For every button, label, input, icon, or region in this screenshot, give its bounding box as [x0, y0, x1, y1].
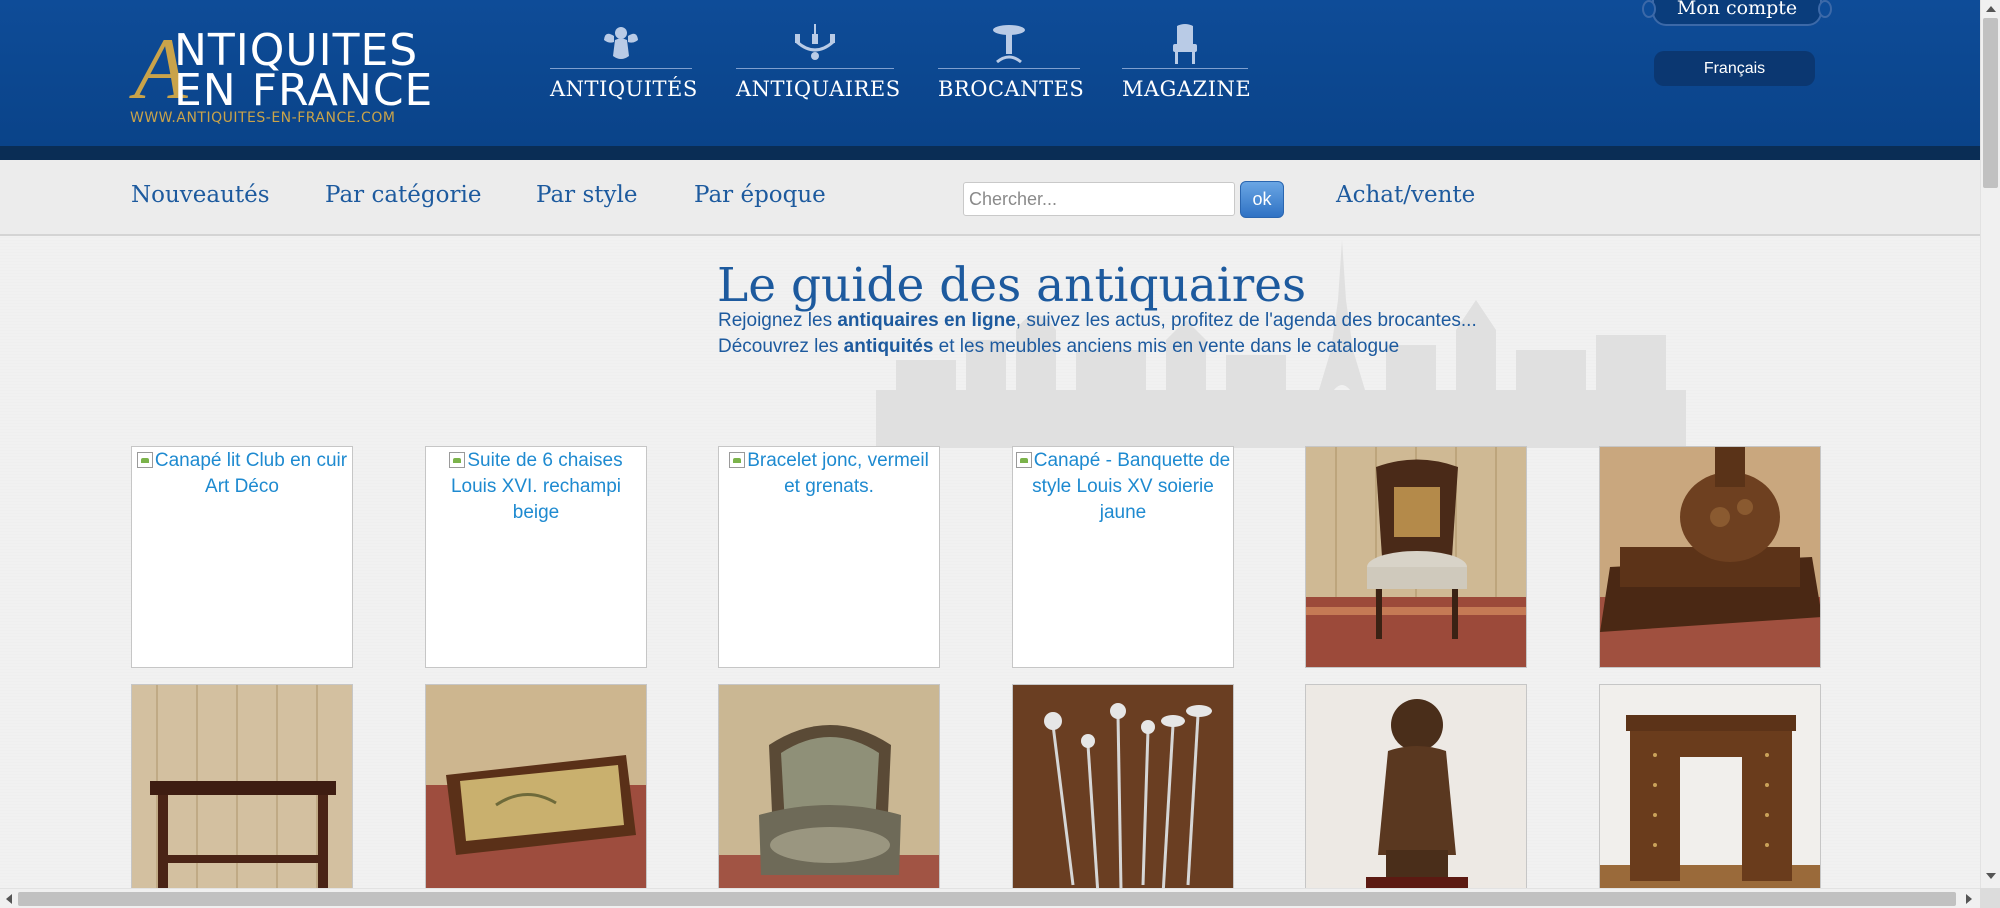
subnav-par-categorie[interactable]: Par catégorie [325, 182, 481, 208]
nav-rule [550, 68, 692, 69]
nav-rule [1122, 68, 1248, 69]
scroll-up-arrow-icon[interactable] [1986, 6, 1996, 12]
product-alt-text: Bracelet jonc, vermeil et grenats. [747, 450, 929, 497]
product-photo-armchair [719, 685, 939, 888]
scrollbar-corner [1980, 888, 2000, 908]
product-alt-text: Suite de 6 chaises Louis XVI. rechampi b… [450, 450, 623, 523]
product-alt-text: Canapé - Banquette de style Louis XV soi… [1032, 450, 1231, 523]
cherub-icon [604, 27, 638, 59]
broken-image-icon [449, 452, 466, 468]
product-image-alt: Suite de 6 chaises Louis XVI. rechampi b… [426, 447, 646, 527]
intro-text: Rejoignez les [718, 310, 838, 331]
main-nav-label: ANTIQUITÉS [550, 77, 698, 101]
product-image-alt: Canapé lit Club en cuir Art Déco [132, 447, 352, 501]
product-photo-hat-pins [1013, 685, 1233, 888]
subnav-par-style[interactable]: Par style [536, 182, 637, 208]
secondary-nav: Nouveautés Par catégorie Par style Par é… [0, 160, 1980, 236]
product-image-alt: Bracelet jonc, vermeil et grenats. [719, 447, 939, 501]
subnav-par-epoque[interactable]: Par époque [694, 182, 826, 208]
product-tile[interactable] [1305, 684, 1527, 888]
page-title: Le guide des antiquaires [717, 258, 1307, 313]
chandelier-icon [795, 24, 835, 60]
account-button[interactable]: Mon compte [1642, 0, 1832, 26]
site-header: A NTIQUITES EN FRANCE WWW.ANTIQUITES-EN-… [0, 0, 1980, 146]
product-tile[interactable] [1599, 684, 1821, 888]
broken-image-icon [136, 452, 153, 468]
horizontal-scrollbar[interactable] [0, 888, 1980, 908]
product-tile[interactable]: Bracelet jonc, vermeil et grenats. [718, 446, 940, 668]
horizontal-scroll-thumb[interactable] [18, 892, 1956, 906]
intro-line-2: Découvrez les antiquités et les meubles … [718, 336, 1399, 358]
product-tile[interactable] [1599, 446, 1821, 668]
product-photo-bronze-statue [1306, 685, 1526, 888]
main-nav-label: MAGAZINE [1122, 77, 1252, 101]
nav-rule [938, 68, 1080, 69]
product-photo-coffee-table [426, 685, 646, 888]
pedestal-table-icon [993, 25, 1025, 64]
product-photo-carved-pedestal [1600, 447, 1820, 667]
product-tile[interactable] [131, 684, 353, 888]
scroll-right-arrow-icon[interactable] [1966, 894, 1972, 904]
search-input[interactable] [963, 182, 1235, 216]
main-nav-label: ANTIQUAIRES [736, 77, 901, 101]
subnav-achat-vente[interactable]: Achat/vente [1336, 182, 1475, 208]
logo-url: WWW.ANTIQUITES-EN-FRANCE.COM [130, 110, 396, 126]
scroll-left-arrow-icon[interactable] [6, 894, 12, 904]
scroll-down-arrow-icon[interactable] [1986, 873, 1996, 879]
armchair-icon [1173, 24, 1197, 64]
intro-text: , suivez les actus, profitez de l'agenda… [1015, 310, 1477, 331]
language-selector[interactable]: Français [1654, 51, 1815, 86]
product-tile[interactable] [1012, 684, 1234, 888]
product-tile[interactable] [718, 684, 940, 888]
vertical-scrollbar[interactable] [1980, 0, 2000, 888]
product-tile[interactable]: Canapé lit Club en cuir Art Déco [131, 446, 353, 668]
product-tile[interactable]: Canapé - Banquette de style Louis XV soi… [1012, 446, 1234, 668]
product-image-alt: Canapé - Banquette de style Louis XV soi… [1013, 447, 1233, 527]
search-submit-button[interactable]: ok [1240, 181, 1284, 218]
nav-rule [736, 68, 894, 69]
subnav-nouveautes[interactable]: Nouveautés [131, 182, 270, 208]
product-photo-pedestal-desk [1600, 685, 1820, 888]
main-nav-magazine[interactable]: MAGAZINE [1122, 22, 1252, 112]
site-logo[interactable]: A NTIQUITES EN FRANCE WWW.ANTIQUITES-EN-… [130, 26, 440, 132]
intro-link-antiquaires[interactable]: antiquaires en ligne [837, 310, 1015, 331]
intro-text: Découvrez les [718, 336, 844, 357]
logo-line-2: EN FRANCE [174, 65, 434, 116]
product-alt-text: Canapé lit Club en cuir Art Déco [154, 450, 348, 497]
intro-text: et les meubles anciens mis en vente dans… [933, 336, 1400, 357]
product-tile[interactable] [425, 684, 647, 888]
broken-image-icon [1015, 452, 1032, 468]
intro-link-antiquites[interactable]: antiquités [844, 336, 934, 357]
broken-image-icon [729, 452, 746, 468]
header-bottom-strip [0, 146, 1980, 160]
product-tile[interactable]: Suite de 6 chaises Louis XVI. rechampi b… [425, 446, 647, 668]
main-nav-antiquites[interactable]: ANTIQUITÉS [550, 22, 698, 112]
product-photo-cane-chair [1306, 447, 1526, 667]
product-photo-console [132, 685, 352, 888]
main-nav-antiquaires[interactable]: ANTIQUAIRES [736, 22, 901, 112]
product-tile[interactable] [1305, 446, 1527, 668]
main-nav-brocantes[interactable]: BROCANTES [938, 22, 1085, 112]
browser-viewport: A NTIQUITES EN FRANCE WWW.ANTIQUITES-EN-… [0, 0, 1980, 888]
main-nav-label: BROCANTES [938, 77, 1085, 101]
vertical-scroll-thumb[interactable] [1983, 18, 1998, 188]
intro-line-1: Rejoignez les antiquaires en ligne, suiv… [718, 310, 1477, 332]
